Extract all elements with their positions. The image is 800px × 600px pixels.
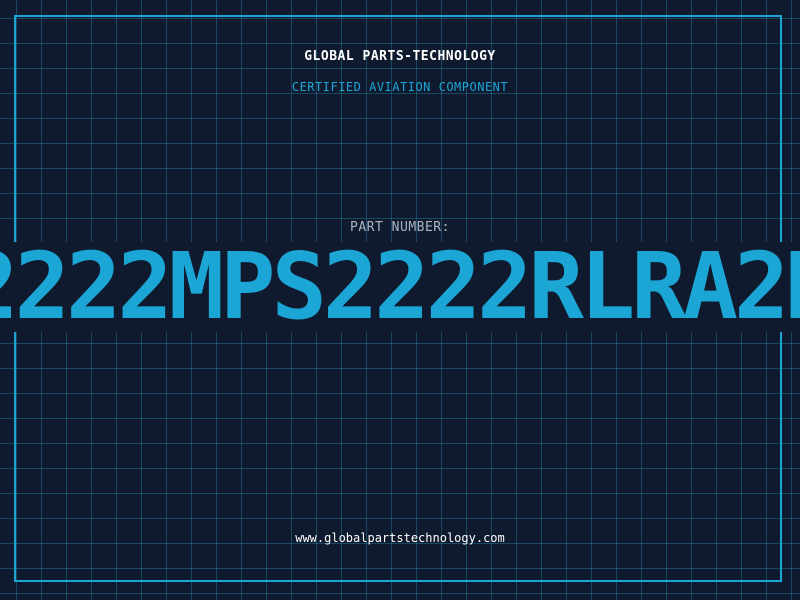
website-url: www.globalpartstechnology.com	[295, 531, 505, 545]
part-number-value: N2222MPS2222RLRA2KR	[0, 233, 800, 340]
certificate-page: GLOBAL PARTS-TECHNOLOGY CERTIFIED AVIATI…	[0, 0, 800, 600]
part-number-clip: N2222MPS2222RLRA2KR	[0, 0, 800, 600]
